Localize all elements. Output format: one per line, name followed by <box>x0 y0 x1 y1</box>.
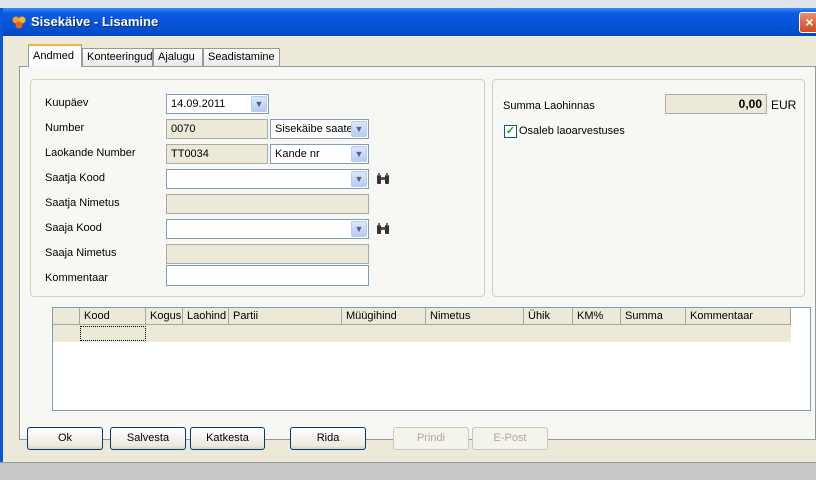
ok-button[interactable]: Ok <box>27 427 103 450</box>
saaja-kood-select[interactable]: ▼ <box>166 219 369 239</box>
saaja-nimetus-field[interactable] <box>166 244 369 264</box>
osaleb-laoarvestuses-label: Osaleb laoarvestuses <box>519 125 625 137</box>
column-header-kogus[interactable]: Kogus <box>146 308 183 325</box>
tab-label: Ajalugu <box>158 51 195 63</box>
tab-label: Seadistamine <box>208 51 275 63</box>
chevron-down-icon[interactable]: ▼ <box>351 146 367 162</box>
chevron-down-icon[interactable]: ▼ <box>351 171 367 187</box>
row-selector-header <box>53 308 80 325</box>
desktop-strip <box>0 0 816 8</box>
table-row[interactable] <box>53 325 791 342</box>
kommentaar-label: Kommentaar <box>45 272 108 284</box>
saatja-kood-label: Saatja Kood <box>45 172 105 184</box>
tab-konteeringud[interactable]: Konteeringud <box>82 48 153 66</box>
number-value: 0070 <box>171 123 196 135</box>
tab-label: Konteeringud <box>87 51 153 63</box>
binoculars-icon[interactable] <box>376 223 390 235</box>
tab-label: Andmed <box>33 50 74 62</box>
saaja-kood-label: Saaja Kood <box>45 222 102 234</box>
summa-laohinnas-field[interactable]: 0,00 <box>665 94 767 114</box>
number-field[interactable]: 0070 <box>166 119 268 139</box>
column-header-uhik[interactable]: Ühik <box>524 308 573 325</box>
number-type-select[interactable]: Sisekäibe saate ▼ <box>270 119 369 139</box>
column-header-summa[interactable]: Summa <box>621 308 686 325</box>
kuupaev-value: 14.09.2011 <box>171 98 226 110</box>
grid-header: Kood Kogus Laohind Partii Müügihind Nime… <box>53 308 791 325</box>
laokande-type-select[interactable]: Kande nr ▼ <box>270 144 369 164</box>
window-title: Sisekäive - Lisamine <box>31 14 159 29</box>
rows-grid[interactable]: Kood Kogus Laohind Partii Müügihind Nime… <box>52 307 811 411</box>
close-icon: × <box>805 14 814 30</box>
kuupaev-label: Kuupäev <box>45 97 89 109</box>
app-icon <box>12 16 26 29</box>
column-header-kood[interactable]: Kood <box>80 308 146 325</box>
column-header-partii[interactable]: Partii <box>229 308 342 325</box>
saatja-kood-select[interactable]: ▼ <box>166 169 369 189</box>
salvesta-button[interactable]: Salvesta <box>110 427 186 450</box>
saatja-nimetus-label: Saatja Nimetus <box>45 197 120 209</box>
currency-label: EUR <box>771 98 797 112</box>
laokande-number-field[interactable]: TT0034 <box>166 144 268 164</box>
laokande-value: TT0034 <box>171 148 209 160</box>
focused-cell[interactable] <box>80 326 146 341</box>
summa-value: 0,00 <box>738 97 762 111</box>
osaleb-laoarvestuses-checkbox[interactable]: ✓ <box>504 125 517 138</box>
chevron-down-icon[interactable]: ▼ <box>351 221 367 237</box>
number-type-value: Sisekäibe saate <box>275 123 353 135</box>
column-header-kommentaar[interactable]: Kommentaar <box>686 308 791 325</box>
laokande-label: Laokande Number <box>45 147 136 159</box>
number-label: Number <box>45 122 85 134</box>
e-post-button[interactable]: E-Post <box>472 427 548 450</box>
close-button[interactable]: × <box>799 12 816 33</box>
tab-seadistamine[interactable]: Seadistamine <box>203 48 280 66</box>
rida-button[interactable]: Rida <box>290 427 366 450</box>
tab-andmed[interactable]: Andmed <box>28 44 82 67</box>
chevron-down-icon[interactable]: ▼ <box>351 121 367 137</box>
katkesta-button[interactable]: Katkesta <box>190 427 265 450</box>
column-header-laohind[interactable]: Laohind <box>183 308 229 325</box>
desktop-bottom-strip <box>0 462 816 480</box>
summa-laohinnas-label: Summa Laohinnas <box>503 100 595 112</box>
column-header-nimetus[interactable]: Nimetus <box>426 308 524 325</box>
prindi-button[interactable]: Prindi <box>393 427 469 450</box>
saaja-nimetus-label: Saaja Nimetus <box>45 247 117 259</box>
tab-ajalugu[interactable]: Ajalugu <box>153 48 203 66</box>
laokande-type-value: Kande nr <box>275 148 320 160</box>
saatja-nimetus-field[interactable] <box>166 194 369 214</box>
kuupaev-date-picker[interactable]: 14.09.2011 ▼ <box>166 94 269 114</box>
title-bar[interactable]: Sisekäive - Lisamine × <box>3 8 816 36</box>
chevron-down-icon[interactable]: ▼ <box>251 96 267 112</box>
kommentaar-input[interactable] <box>166 265 369 286</box>
binoculars-icon[interactable] <box>376 173 390 185</box>
column-header-muugihind[interactable]: Müügihind <box>342 308 426 325</box>
column-header-km[interactable]: KM% <box>573 308 621 325</box>
